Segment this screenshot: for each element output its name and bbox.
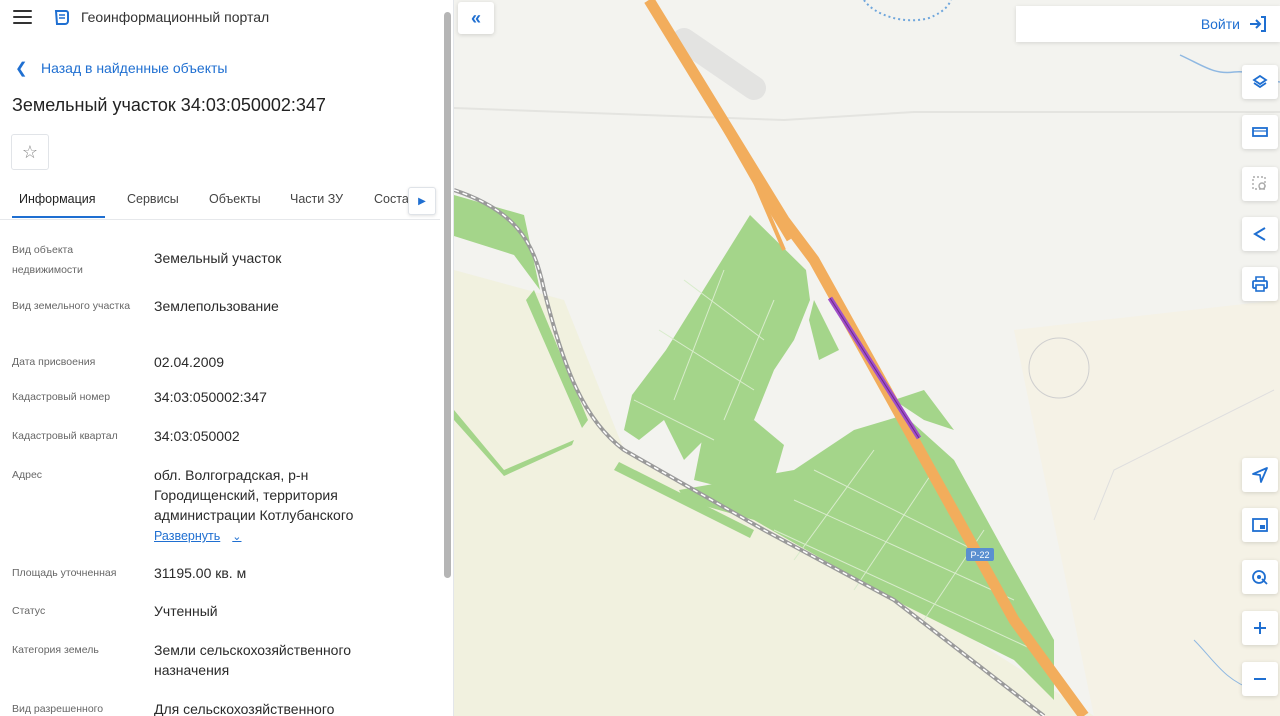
login-icon — [1250, 16, 1266, 32]
property-value: 31195.00 кв. м — [154, 565, 247, 581]
print-icon — [1252, 276, 1268, 292]
print-button[interactable] — [1242, 267, 1278, 301]
portal-logo-icon — [54, 10, 69, 25]
panel-scrollbar[interactable] — [441, 0, 453, 716]
info-panel: Геоинформационный портал ❮ Назад в найде… — [0, 0, 454, 716]
property-label: Площадь уточненная — [12, 567, 117, 579]
property-value: Землепользование — [154, 298, 279, 314]
active-tab-indicator — [12, 216, 105, 218]
tab-objects[interactable]: Объекты — [209, 192, 261, 206]
login-label: Войти — [1200, 16, 1240, 32]
back-link-label: Назад в найденные объекты — [41, 60, 228, 76]
select-area-button[interactable] — [1242, 167, 1278, 201]
tab-services[interactable]: Сервисы — [127, 192, 179, 206]
share-button[interactable] — [1242, 217, 1278, 251]
app-title: Геоинформационный портал — [81, 9, 270, 25]
star-icon: ☆ — [21, 141, 39, 162]
road-number-label: Р-22 — [970, 550, 989, 560]
tab-bar: Информация Сервисы Объекты Части ЗУ Сост… — [0, 184, 440, 220]
property-value: 34:03:050002 — [154, 428, 240, 444]
zoom-in-button[interactable] — [1242, 611, 1278, 645]
login-button[interactable]: Войти — [1016, 6, 1280, 42]
property-value: 34:03:050002:347 — [154, 389, 267, 405]
locate-button[interactable] — [1242, 458, 1278, 492]
property-label: Адрес — [12, 469, 43, 481]
layers-button[interactable] — [1242, 65, 1278, 99]
double-chevron-left-icon: « — [470, 7, 481, 28]
property-label: Вид разрешенного — [12, 703, 104, 715]
property-label: Дата присвоения — [12, 356, 96, 368]
property-label: Статус — [12, 605, 46, 617]
expand-link-label: Развернуть — [154, 529, 221, 543]
property-value: Земельный участок — [154, 250, 282, 266]
tabs-scroll-right-button[interactable]: ▶ — [408, 187, 436, 215]
tab-parts[interactable]: Части ЗУ — [290, 192, 343, 206]
property-value: Земли сельскохозяйственного назначения — [154, 642, 352, 678]
property-value: обл. Волгоградская, р-н Городищенский, т… — [154, 467, 354, 523]
property-label: Категория земель — [12, 644, 99, 656]
top-bar: Геоинформационный портал — [0, 0, 440, 34]
locate-icon — [1252, 467, 1268, 483]
menu-icon[interactable] — [13, 10, 32, 24]
property-value: 02.04.2009 — [154, 354, 225, 370]
layers-icon — [1252, 74, 1268, 89]
property-label: Вид земельного участка — [12, 300, 131, 312]
legend-button[interactable] — [1242, 508, 1278, 542]
ruler-button[interactable] — [1242, 115, 1278, 149]
select-area-icon — [1252, 176, 1266, 190]
property-value: Учтенный — [154, 603, 218, 619]
tab-info[interactable]: Информация — [19, 192, 96, 206]
zoom-in-icon — [1254, 622, 1266, 634]
favorite-button[interactable]: ☆ — [11, 134, 49, 170]
zoom-out-icon — [1254, 678, 1266, 680]
expand-address-link[interactable]: Развернуть ⌄ — [154, 529, 241, 543]
zoom-out-button[interactable] — [1242, 662, 1278, 696]
legend-icon — [1252, 518, 1268, 532]
geolocation-icon — [1252, 570, 1268, 585]
map-canvas[interactable]: Р-22 — [454, 0, 1280, 716]
property-value: Для сельскохозяйственного — [154, 701, 335, 716]
chevron-right-icon: ▶ — [418, 195, 426, 207]
property-label: Кадастровый номер — [12, 391, 111, 403]
map-view[interactable]: Р-22 — [454, 0, 1280, 716]
property-label: Вид объекта недвижимости — [12, 244, 83, 276]
chevron-left-icon: ❮ — [15, 60, 28, 77]
collapse-panel-button[interactable]: « — [458, 2, 494, 34]
ruler-icon — [1252, 127, 1268, 137]
share-icon — [1253, 227, 1266, 241]
geolocation-button[interactable] — [1242, 560, 1278, 594]
back-to-results-link[interactable]: ❮ Назад в найденные объекты — [15, 59, 227, 77]
object-title: Земельный участок 34:03:050002:347 — [12, 95, 326, 115]
scrollbar-thumb[interactable] — [444, 12, 451, 578]
chevron-down-icon: ⌄ — [232, 530, 242, 543]
property-label: Кадастровый квартал — [12, 430, 118, 442]
